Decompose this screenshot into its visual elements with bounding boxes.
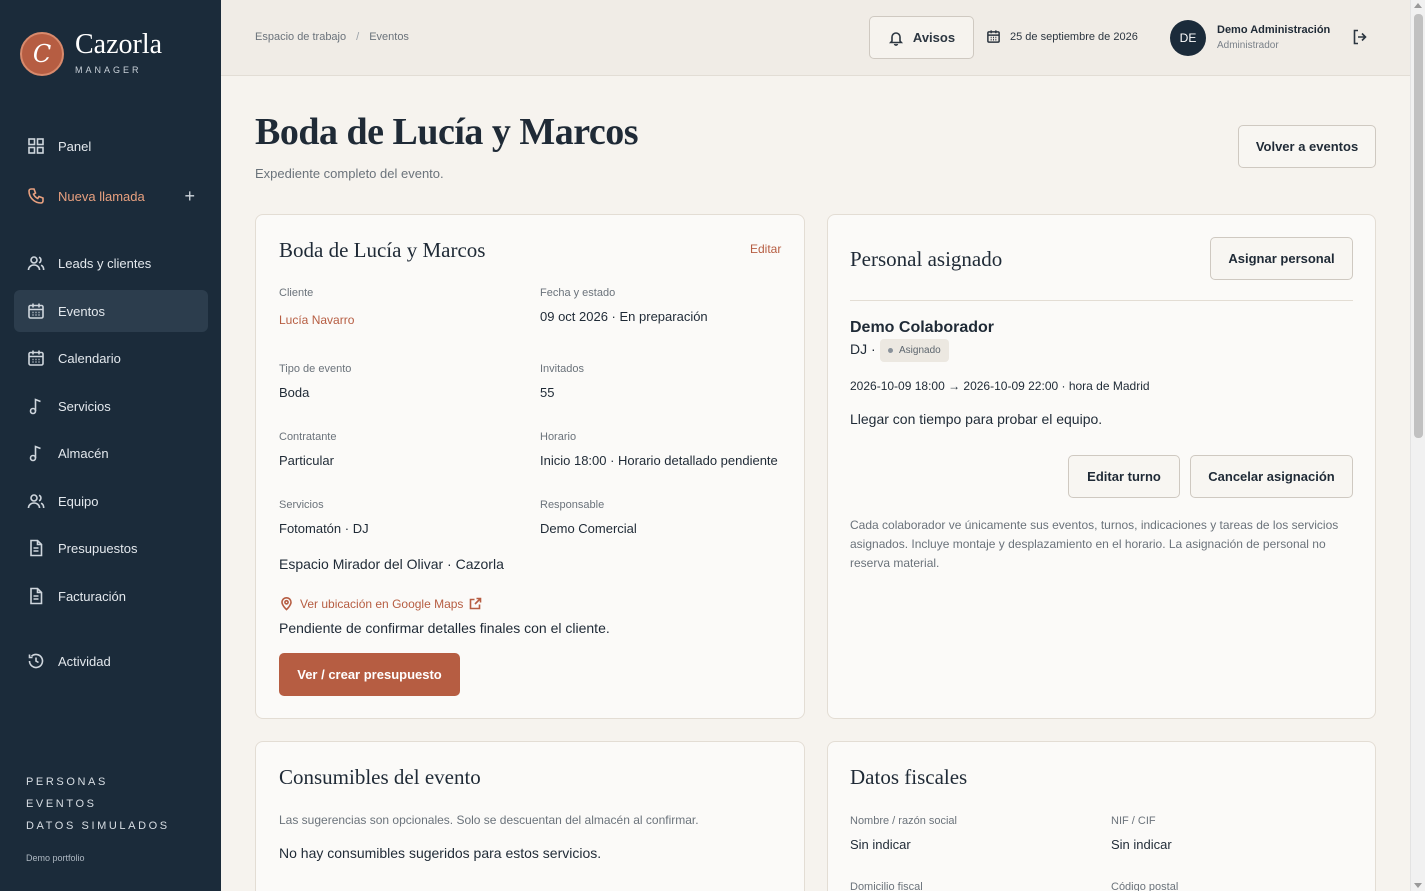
bell-icon (888, 31, 903, 46)
page-subtitle: Expediente completo del evento. (255, 166, 444, 181)
phone-icon (27, 187, 45, 205)
calendar-icon (27, 349, 45, 367)
topbar: Espacio de trabajo / Eventos Avisos 25 de … (221, 0, 1410, 76)
scroll-down-arrow[interactable] (1414, 883, 1422, 888)
staff-member-name: Demo Colaborador (850, 319, 995, 336)
document-icon (27, 539, 45, 557)
event-venue: Espacio Mirador del Olivar · Cazorla (279, 556, 504, 572)
sidebar-item-panel[interactable]: Panel (14, 125, 208, 167)
shift-instructions: Llegar con tiempo para probar el equipo. (850, 411, 1103, 427)
scrollbar[interactable] (1410, 0, 1425, 891)
field-label-codigo-postal: Código postal (1111, 881, 1179, 891)
field-label-servicios: Servicios (279, 499, 324, 511)
users-icon (27, 492, 45, 510)
event-services: Fotomatón · DJ (279, 521, 369, 536)
status-dot (888, 348, 893, 353)
google-maps-link[interactable]: Ver ubicación en Google Maps (279, 596, 482, 611)
staff-member-role: DJ · (850, 341, 876, 357)
fiscal-nif: Sin indicar (1111, 837, 1172, 852)
history-icon (27, 652, 45, 670)
staff-info-note: Cada colaborador ve únicamente sus event… (850, 518, 1339, 570)
event-schedule: Inicio 18:00 · Horario detallado pendien… (540, 453, 778, 468)
sidebar-item-eventos[interactable]: Eventos (14, 290, 208, 332)
sidebar-footer-links: PERSONAS EVENTOS DATOS SIMULADOS (26, 771, 170, 837)
sidebar-item-presupuestos[interactable]: Presupuestos (14, 527, 208, 569)
sidebar-item-servicios[interactable]: Servicios (14, 385, 208, 427)
field-label-cliente: Cliente (279, 287, 314, 299)
footer-link-datos-simulados[interactable]: DATOS SIMULADOS (26, 815, 170, 837)
brand-name: Cazorla (75, 29, 163, 60)
guest-count: 55 (540, 385, 555, 400)
field-label-contratante: Contratante (279, 431, 337, 443)
calendar-icon (27, 302, 45, 320)
user-name: Demo Administración (1217, 24, 1331, 36)
field-label-invitados: Invitados (540, 363, 585, 375)
sidebar-item-leads[interactable]: Leads y clientes (14, 242, 208, 284)
music-note-icon (27, 397, 45, 415)
sidebar-item-facturacion[interactable]: Facturación (14, 575, 208, 617)
brand[interactable]: C Cazorla MANAGER (20, 29, 163, 76)
assign-staff-button[interactable]: Asignar personal (1210, 237, 1353, 280)
sidebar-item-actividad[interactable]: Actividad (14, 640, 208, 682)
music-note-icon (27, 444, 45, 462)
page-title: Boda de Lucía y Marcos (255, 111, 639, 153)
avatar[interactable]: DE (1170, 20, 1206, 56)
consumables-card-title: Consumibles del evento (279, 765, 481, 789)
event-notes: Pendiente de confirmar detalles finales … (279, 620, 610, 636)
divider (850, 300, 1353, 301)
view-create-quote-button[interactable]: Ver / crear presupuesto (279, 653, 460, 696)
field-label-razon-social: Nombre / razón social (850, 815, 957, 827)
footer-link-personas[interactable]: PERSONAS (26, 771, 170, 793)
grid-icon (27, 137, 45, 155)
avisos-button[interactable]: Avisos (869, 16, 974, 59)
scroll-up-arrow[interactable] (1414, 3, 1422, 8)
field-label-tipo: Tipo de evento (279, 363, 352, 375)
consumables-hint: Las sugerencias son opcionales. Solo se … (279, 813, 699, 827)
breadcrumb-eventos[interactable]: Eventos (369, 31, 409, 43)
current-date: 25 de septiembre de 2026 (986, 29, 1138, 44)
cancel-assignment-button[interactable]: Cancelar asignación (1190, 455, 1353, 498)
breadcrumb-workspace[interactable]: Espacio de trabajo (255, 31, 346, 43)
consumables-empty: No hay consumibles sugeridos para estos … (279, 845, 602, 861)
users-icon (27, 254, 45, 272)
document-icon (27, 587, 45, 605)
staff-card-title: Personal asignado (850, 247, 1003, 271)
footer-link-eventos[interactable]: EVENTOS (26, 793, 170, 815)
scroll-thumb[interactable] (1414, 14, 1423, 438)
sidebar-item-equipo[interactable]: Equipo (14, 480, 208, 522)
event-card-title: Boda de Lucía y Marcos (279, 238, 486, 262)
logo: C (20, 32, 64, 76)
sidebar-item-calendario[interactable]: Calendario (14, 337, 208, 379)
event-date-status: 09 oct 2026 · En preparación (540, 309, 708, 324)
edit-shift-button[interactable]: Editar turno (1068, 455, 1180, 498)
user-role: Administrador (1217, 40, 1279, 51)
field-label-nif: NIF / CIF (1111, 815, 1156, 827)
sidebar-item-nueva-llamada[interactable]: Nueva llamada + (14, 175, 208, 217)
brand-subtitle: MANAGER (75, 65, 142, 75)
fiscal-name: Sin indicar (850, 837, 911, 852)
back-to-events-button[interactable]: Volver a eventos (1238, 125, 1376, 168)
field-label-domicilio: Domicilio fiscal (850, 881, 923, 891)
map-pin-icon (281, 597, 292, 611)
field-label-responsable: Responsable (540, 499, 605, 511)
client-link[interactable]: Lucía Navarro (279, 313, 354, 327)
sidebar-footer-note: Demo portfolio (26, 853, 85, 863)
external-link-icon (470, 597, 482, 610)
fiscal-card-title: Datos fiscales (850, 765, 968, 789)
status-badge: Asignado (880, 339, 949, 362)
event-owner: Demo Comercial (540, 521, 637, 536)
plus-icon[interactable]: + (184, 186, 195, 207)
contractor-type: Particular (279, 453, 334, 468)
event-type: Boda (279, 385, 310, 400)
logout-icon[interactable] (1351, 28, 1369, 51)
edit-event-link[interactable]: Editar (750, 242, 781, 256)
field-label-horario: Horario (540, 431, 577, 443)
breadcrumb: Espacio de trabajo / Eventos (255, 31, 409, 43)
field-label-fecha: Fecha y estado (540, 287, 616, 299)
calendar-icon (987, 30, 1000, 43)
shift-time: 2026-10-09 18:00 → 2026-10-09 22:00 · ho… (850, 379, 1150, 393)
sidebar-item-almacen[interactable]: Almacén (14, 432, 208, 474)
sidebar: C Cazorla MANAGER Panel Nueva llamada + … (0, 0, 221, 891)
